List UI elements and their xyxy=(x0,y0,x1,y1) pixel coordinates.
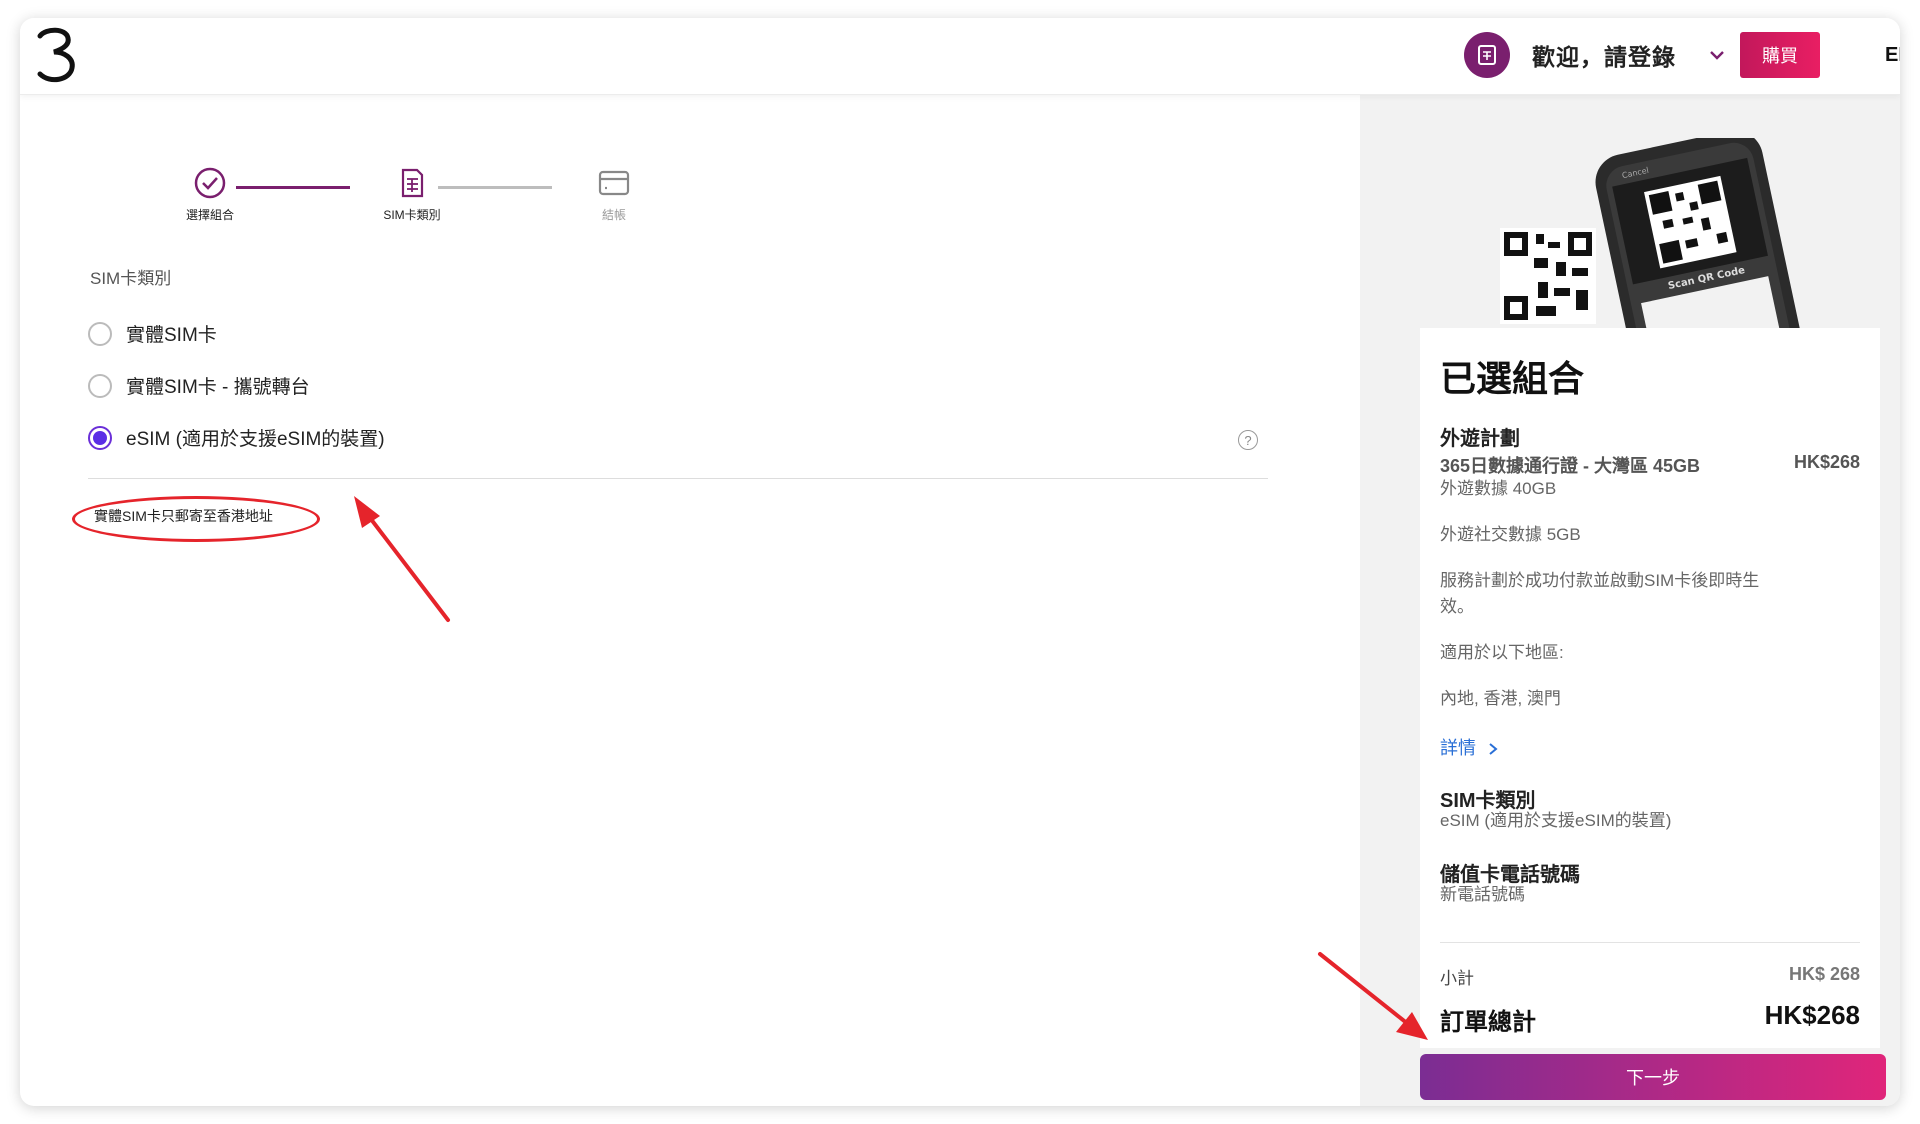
order-summary-card: 已選組合 外遊計劃 365日數據通行證 - 大灣區 45GB HK$268 外遊… xyxy=(1420,328,1880,1048)
chevron-down-icon[interactable] xyxy=(1708,48,1726,62)
help-question-icon[interactable]: ? xyxy=(1238,430,1258,450)
plan-price: HK$268 xyxy=(1793,452,1860,472)
annotation-ellipse xyxy=(72,496,320,542)
language-toggle[interactable]: EI xyxy=(1885,44,1900,67)
account-sim-icon xyxy=(1478,45,1496,65)
details-link-label: 詳情 xyxy=(1440,738,1476,758)
step-label: 結帳 xyxy=(601,208,626,222)
plan-name: 365日數據通行證 - 大灣區 45GB xyxy=(1440,456,1701,476)
plan-detail-regions-label: 適用於以下地區: xyxy=(1440,643,1564,662)
step-label: SIM卡類別 xyxy=(383,208,441,222)
browser-window: 歡迎，請登錄 購買 EI 選擇組合 SIM卡類別 結帳 xyxy=(20,18,1900,1106)
phone-number-value: 新電話號碼 xyxy=(1440,885,1525,904)
annotation-arrow-icon xyxy=(354,496,450,622)
section-divider xyxy=(88,478,1268,479)
chevron-right-icon xyxy=(1489,743,1498,755)
sim-option-physical[interactable]: 實體SIM卡 xyxy=(88,320,217,347)
sim-card-icon xyxy=(401,168,424,198)
summary-divider xyxy=(1440,942,1860,943)
sim-section-title: SIM卡類別 xyxy=(90,269,172,288)
sim-option-physical-port[interactable]: 實體SIM卡 - 攜號轉台 xyxy=(88,372,310,399)
welcome-login-text[interactable]: 歡迎，請登錄 xyxy=(1532,38,1676,72)
esim-qr-phone-image: Cancel Scan QR Code xyxy=(1460,138,1800,348)
site-header: 歡迎，請登錄 購買 EI xyxy=(20,18,1900,95)
sim-option-label: 實體SIM卡 xyxy=(126,325,217,346)
plan-detail-activation: 服務計劃於成功付款並啟動SIM卡後即時生效。 xyxy=(1440,571,1760,616)
sim-type-value: eSIM (適用於支援eSIM的裝置) xyxy=(1440,811,1672,830)
radio-button-selected[interactable] xyxy=(88,425,112,450)
step-connector xyxy=(236,186,350,189)
step-sim-type: SIM卡類別 xyxy=(352,166,472,223)
plan-detail-social: 外遊社交數據 5GB xyxy=(1440,525,1581,544)
next-step-button[interactable]: 下一步 xyxy=(1420,1054,1886,1100)
plan-heading: 外遊計劃 xyxy=(1440,428,1520,450)
subtotal-label: 小計 xyxy=(1440,969,1474,988)
order-total-value: HK$268 xyxy=(1764,1000,1860,1030)
credit-card-icon xyxy=(598,170,630,196)
step-select-plan: 選擇組合 xyxy=(150,166,270,223)
buy-button[interactable]: 購買 xyxy=(1740,32,1820,78)
check-circle-icon xyxy=(194,167,226,199)
plan-detail-data: 外遊數據 40GB xyxy=(1440,479,1557,498)
sim-option-label: eSIM (適用於支援eSIM的裝置) xyxy=(126,429,385,450)
step-checkout: 結帳 xyxy=(554,166,674,223)
plan-detail-regions: 內地, 香港, 澳門 xyxy=(1440,689,1561,708)
radio-button[interactable] xyxy=(88,321,112,346)
three-logo-icon[interactable] xyxy=(32,26,78,84)
details-link[interactable]: 詳情 xyxy=(1440,734,1499,760)
sim-option-label: 實體SIM卡 - 攜號轉台 xyxy=(126,377,310,398)
account-icon[interactable] xyxy=(1464,32,1510,78)
sim-option-esim[interactable]: eSIM (適用於支援eSIM的裝置) xyxy=(88,424,385,451)
radio-button[interactable] xyxy=(88,373,112,398)
step-label: 選擇組合 xyxy=(185,208,234,222)
step-connector xyxy=(438,186,552,189)
annotation-arrow-icon xyxy=(1318,952,1428,1040)
summary-title: 已選組合 xyxy=(1440,358,1585,399)
subtotal-value: HK$ 268 xyxy=(1788,964,1860,984)
order-total-label: 訂單總計 xyxy=(1440,1009,1536,1036)
